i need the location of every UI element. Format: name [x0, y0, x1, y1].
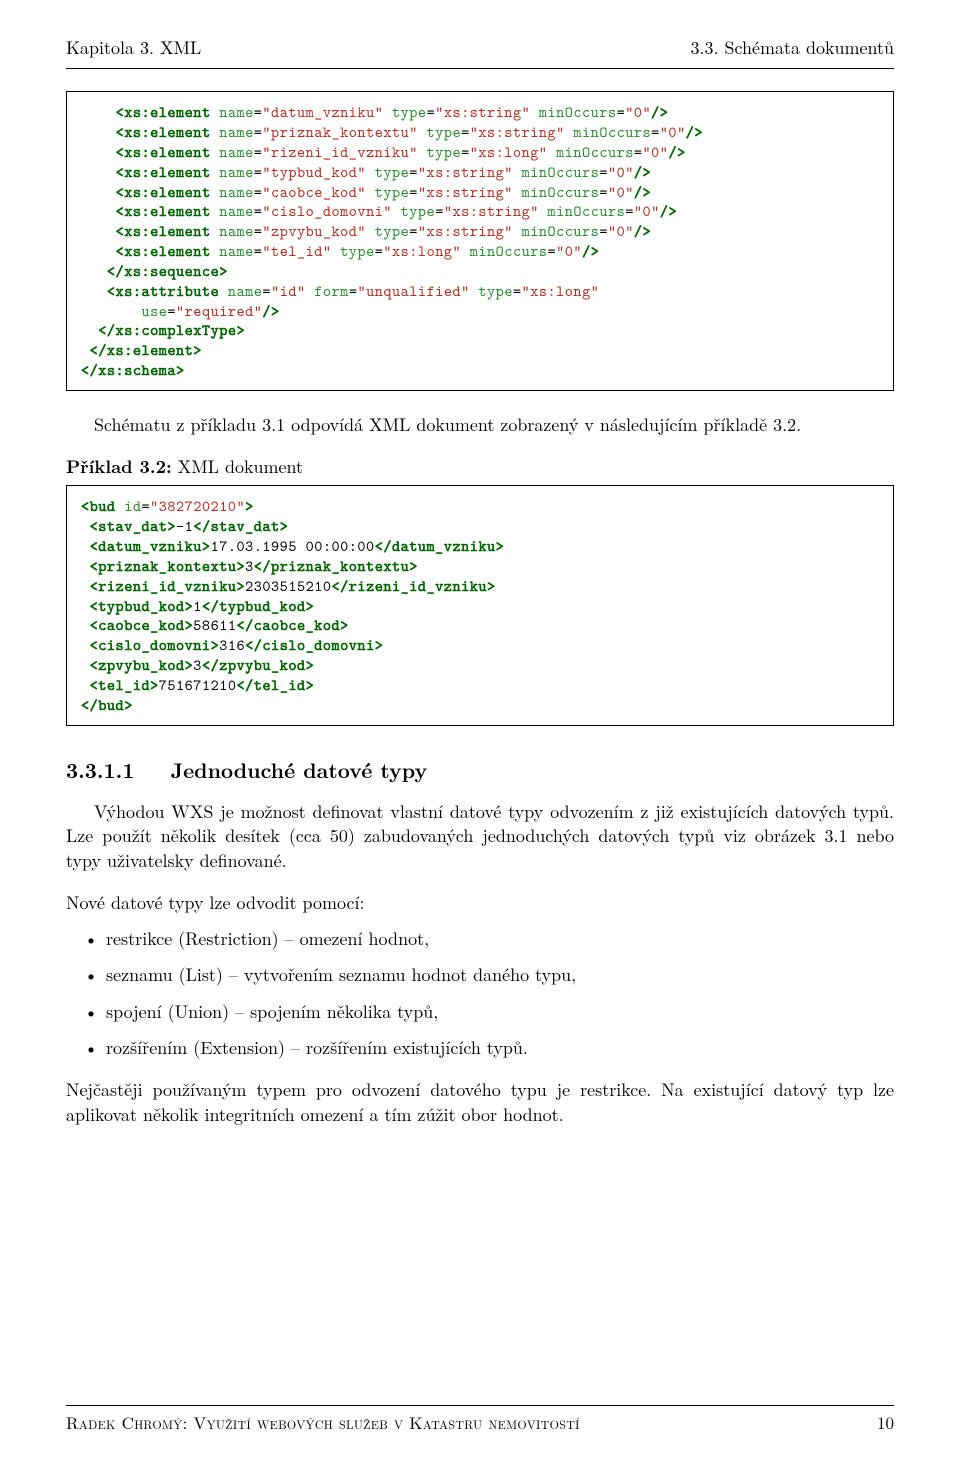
- paragraph-3: Nové datové typy lze odvodit pomocí:: [66, 891, 894, 915]
- running-head: Kapitola 3. XML 3.3. Schémata dokumentů: [66, 36, 894, 60]
- header-rule: [66, 68, 894, 69]
- code-caption-2: Příklad 3.2: XML dokument: [66, 455, 894, 479]
- list-item: rozšířením (Extension) – rozšířením exis…: [66, 1036, 894, 1060]
- caption-label: Příklad 3.2:: [66, 454, 172, 479]
- head-right: 3.3. Schémata dokumentů: [690, 36, 894, 60]
- paragraph-2: Výhodou WXS je možnost definovat vlastní…: [66, 800, 894, 873]
- list-item: seznamu (List) – vytvořením seznamu hodn…: [66, 963, 894, 987]
- section-number: 3.3.1.1: [66, 755, 134, 785]
- head-left: Kapitola 3. XML: [66, 36, 201, 60]
- caption-text: XML dokument: [172, 454, 303, 479]
- foot-left: Radek Chromý: Využití webových služeb v …: [66, 1411, 580, 1434]
- code-block-2: <bud id="382720210"> <stav_dat>-1</stav_…: [66, 485, 894, 725]
- code-block-1: <xs:element name="datum_vzniku" type="xs…: [66, 91, 894, 391]
- paragraph-4: Nejčastěji používaným typem pro odvození…: [66, 1078, 894, 1127]
- list-item: spojení (Union) – spojením několika typů…: [66, 1000, 894, 1024]
- paragraph-1: Schématu z příkladu 3.1 odpovídá XML dok…: [66, 413, 894, 437]
- footer-rule: [66, 1405, 894, 1406]
- section-title: Jednoduché datové typy: [171, 755, 428, 785]
- foot-page-number: 10: [877, 1411, 894, 1434]
- list-item: restrikce (Restriction) – omezení hodnot…: [66, 927, 894, 951]
- section-heading: 3.3.1.1 Jednoduché datové typy: [66, 756, 894, 784]
- page: Kapitola 3. XML 3.3. Schémata dokumentů …: [0, 0, 960, 1464]
- running-foot: Radek Chromý: Využití webových služeb v …: [66, 1411, 894, 1434]
- bullet-list: restrikce (Restriction) – omezení hodnot…: [66, 927, 894, 1060]
